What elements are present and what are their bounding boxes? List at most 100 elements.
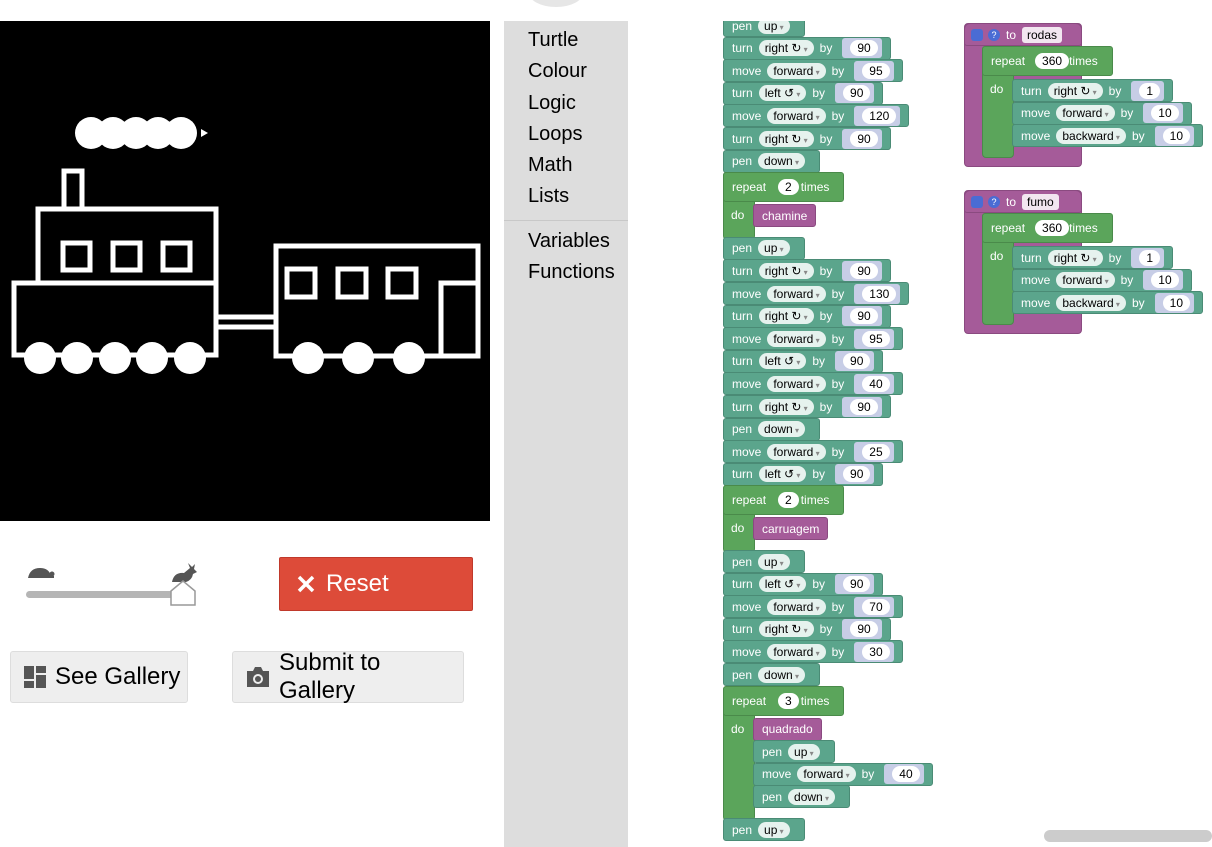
number-input[interactable]: 130 — [862, 285, 897, 302]
speed-slider-track[interactable] — [26, 591, 184, 598]
number-input[interactable]: 90 — [843, 353, 871, 370]
pen-state-dropdown[interactable]: up — [758, 553, 790, 570]
number-input[interactable]: 90 — [850, 308, 878, 325]
repeat-block[interactable]: repeat 2 times — [723, 485, 845, 516]
repeat-count-input[interactable]: 3 — [778, 692, 799, 709]
reset-button[interactable]: Reset — [279, 557, 473, 611]
help-icon[interactable]: ? — [988, 28, 1000, 41]
number-input[interactable]: 90 — [843, 85, 871, 102]
direction-dropdown[interactable]: right ↻ — [758, 130, 814, 147]
pen-state-dropdown[interactable]: down — [758, 421, 805, 438]
move-block[interactable]: move forward by 10 — [1012, 268, 1192, 292]
number-input[interactable]: 10 — [1151, 105, 1179, 122]
pen-state-dropdown[interactable]: up — [758, 240, 790, 257]
number-input[interactable]: 70 — [862, 598, 890, 615]
turn-block[interactable]: turn left ↺ by 90 — [723, 349, 884, 373]
direction-dropdown[interactable]: forward — [767, 330, 826, 347]
number-input[interactable]: 10 — [1162, 127, 1190, 144]
pen-block[interactable]: pen down — [723, 663, 820, 686]
toolbox-category-loops[interactable]: Loops — [528, 123, 583, 146]
move-block[interactable]: move forward by 70 — [723, 595, 903, 619]
turn-block[interactable]: turn right ↻ by 90 — [723, 304, 891, 328]
help-icon[interactable]: ? — [988, 195, 1000, 208]
toolbox-category-functions[interactable]: Functions — [528, 261, 615, 284]
direction-dropdown[interactable]: forward — [767, 643, 826, 660]
number-input[interactable]: 90 — [850, 130, 878, 147]
number-input[interactable]: 90 — [850, 40, 878, 57]
pen-state-dropdown[interactable]: up — [788, 743, 820, 760]
repeat-count-input[interactable]: 360 — [1035, 53, 1070, 69]
pen-block[interactable]: pen up — [723, 236, 805, 260]
turn-block[interactable]: turn right ↻ by 90 — [723, 395, 891, 418]
pen-block[interactable]: pen down — [723, 417, 820, 441]
repeat-block[interactable]: repeat 3 times — [723, 685, 845, 716]
number-input[interactable]: 1 — [1139, 249, 1161, 266]
repeat-count-input[interactable]: 2 — [778, 492, 799, 509]
pen-block[interactable]: pen up — [723, 21, 805, 37]
direction-dropdown[interactable]: right ↻ — [758, 308, 814, 325]
turn-block[interactable]: turn right ↻ by 90 — [723, 259, 891, 283]
direction-dropdown[interactable]: left ↺ — [758, 466, 807, 483]
number-input[interactable]: 10 — [1151, 272, 1179, 289]
number-input[interactable]: 1 — [1139, 82, 1161, 99]
direction-dropdown[interactable]: backward — [1056, 294, 1126, 311]
number-input[interactable]: 95 — [862, 62, 890, 79]
number-input[interactable]: 90 — [843, 576, 871, 593]
number-input[interactable]: 10 — [1162, 294, 1190, 311]
procedure-call-chamine[interactable]: chamine — [753, 204, 817, 228]
pen-block[interactable]: pen down — [723, 149, 820, 173]
move-block[interactable]: move forward by 30 — [723, 640, 903, 664]
move-block[interactable]: move forward by 130 — [723, 282, 910, 305]
procedure-definition-rodas[interactable]: ? to rodas — [964, 23, 1082, 46]
direction-dropdown[interactable]: backward — [1056, 127, 1126, 144]
move-block[interactable]: move forward by 40 — [753, 762, 933, 786]
pen-block[interactable]: pen up — [723, 550, 805, 573]
move-block[interactable]: move forward by 25 — [723, 440, 903, 464]
pen-block[interactable]: pen down — [753, 785, 850, 809]
toolbox-category-colour[interactable]: Colour — [528, 60, 587, 83]
direction-dropdown[interactable]: forward — [1056, 105, 1115, 122]
direction-dropdown[interactable]: forward — [767, 62, 826, 79]
speed-slider-handle[interactable] — [170, 580, 196, 611]
move-block[interactable]: move forward by 40 — [723, 372, 903, 396]
toolbox-category-logic[interactable]: Logic — [528, 92, 576, 115]
turn-block[interactable]: turn right ↻ by 1 — [1012, 246, 1174, 269]
number-input[interactable]: 120 — [862, 107, 897, 124]
direction-dropdown[interactable]: left ↺ — [758, 85, 807, 102]
direction-dropdown[interactable]: forward — [767, 443, 826, 460]
direction-dropdown[interactable]: right ↻ — [758, 398, 814, 415]
turn-block[interactable]: turn right ↻ by 1 — [1012, 79, 1174, 102]
number-input[interactable]: 25 — [862, 443, 890, 460]
move-block[interactable]: move forward by 10 — [1012, 101, 1192, 125]
number-input[interactable]: 90 — [843, 466, 871, 483]
toolbox-category-variables[interactable]: Variables — [528, 230, 610, 253]
direction-dropdown[interactable]: forward — [797, 766, 856, 783]
move-block[interactable]: move backward by 10 — [1012, 291, 1203, 315]
pen-block[interactable]: pen up — [753, 740, 835, 764]
direction-dropdown[interactable]: right ↻ — [758, 621, 814, 638]
turn-block[interactable]: turn left ↺ by 90 — [723, 572, 884, 596]
procedure-call-quadrado[interactable]: quadrado — [753, 717, 822, 741]
direction-dropdown[interactable]: right ↻ — [1047, 82, 1103, 99]
pen-state-dropdown[interactable]: up — [758, 821, 790, 838]
move-block[interactable]: move backward by 10 — [1012, 124, 1203, 148]
direction-dropdown[interactable]: right ↻ — [758, 40, 814, 57]
move-block[interactable]: move forward by 120 — [723, 104, 910, 128]
procedure-definition-fumo[interactable]: ? to fumo — [964, 190, 1082, 213]
move-block[interactable]: move forward by 95 — [723, 327, 903, 351]
turn-block[interactable]: turn right ↻ by 90 — [723, 36, 891, 60]
pen-state-dropdown[interactable]: up — [758, 21, 790, 34]
direction-dropdown[interactable]: forward — [767, 598, 826, 615]
toolbox-category-lists[interactable]: Lists — [528, 185, 569, 208]
toolbox-category-math[interactable]: Math — [528, 154, 572, 177]
number-input[interactable]: 40 — [862, 375, 890, 392]
number-input[interactable]: 90 — [850, 621, 878, 638]
turn-block[interactable]: turn right ↻ by 90 — [723, 617, 891, 641]
pen-state-dropdown[interactable]: down — [758, 153, 805, 170]
submit-gallery-button[interactable]: Submit to Gallery — [232, 649, 464, 704]
toolbox-category-turtle[interactable]: Turtle — [528, 29, 578, 52]
repeat-count-input[interactable]: 360 — [1035, 220, 1070, 236]
move-block[interactable]: move forward by 95 — [723, 59, 903, 83]
number-input[interactable]: 90 — [850, 398, 878, 415]
direction-dropdown[interactable]: forward — [767, 285, 826, 302]
